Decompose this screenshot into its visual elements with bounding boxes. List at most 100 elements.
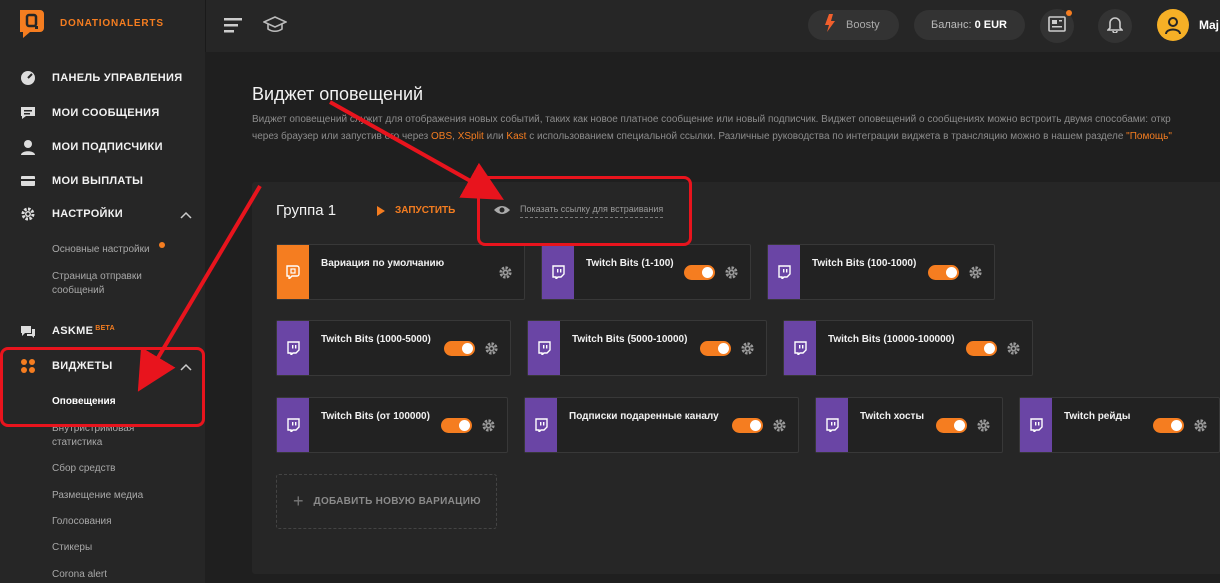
boosty-icon xyxy=(822,13,838,38)
page-title: Виджет оповещений xyxy=(252,84,424,104)
gear-icon[interactable] xyxy=(498,265,513,280)
graduation-cap-icon[interactable] xyxy=(262,15,288,40)
news-button[interactable] xyxy=(1040,9,1074,43)
boosty-label: Boosty xyxy=(846,19,880,31)
sidebar-item-subscribers[interactable]: МОИ ПОДПИСЧИКИ xyxy=(18,136,198,158)
menu-icon[interactable] xyxy=(224,17,244,38)
twitch-icon xyxy=(1020,398,1052,452)
twitch-icon xyxy=(784,321,816,375)
gear-icon[interactable] xyxy=(976,418,991,433)
notifications-button[interactable] xyxy=(1098,9,1132,43)
variation-card[interactable]: Вариация по умолчанию xyxy=(276,244,525,300)
variation-card[interactable]: Twitch Bits (1-100) xyxy=(541,244,751,300)
chevron-up-icon[interactable] xyxy=(180,207,192,225)
help-link[interactable]: "Помощь" xyxy=(1126,131,1172,142)
variation-card[interactable]: Twitch рейды xyxy=(1019,397,1220,453)
gear-icon[interactable] xyxy=(740,341,755,356)
sidebar-item-label: МОИ СООБЩЕНИЯ xyxy=(52,107,160,119)
sidebar-item-settings[interactable]: НАСТРОЙКИ xyxy=(18,203,198,225)
variation-toggle[interactable] xyxy=(966,341,997,356)
obs-link[interactable]: OBS xyxy=(431,131,452,142)
sidebar: DONATIONALERTS ПАНЕЛЬ УПРАВЛЕНИЯ МОИ СОО… xyxy=(0,0,205,583)
group-title: Группа 1 xyxy=(276,202,337,219)
sidebar-sub-polls[interactable]: Голосования xyxy=(52,515,182,529)
variation-name: Twitch рейды xyxy=(1064,411,1131,422)
twitch-icon xyxy=(277,321,309,375)
variation-card[interactable]: Twitch Bits (1000-5000) xyxy=(276,320,511,376)
variation-toggle[interactable] xyxy=(1153,418,1184,433)
launch-button[interactable]: ЗАПУСТИТЬ xyxy=(377,205,455,216)
balance-button[interactable]: Баланс: 0 EUR xyxy=(914,10,1025,40)
sidebar-item-dashboard[interactable]: ПАНЕЛЬ УПРАВЛЕНИЯ xyxy=(18,67,198,89)
plus-icon: + xyxy=(293,491,304,511)
variation-card[interactable]: Twitch Bits (5000-10000) xyxy=(527,320,767,376)
variation-toggle[interactable] xyxy=(444,341,475,356)
play-icon xyxy=(377,205,385,216)
sidebar-item-messages[interactable]: МОИ СООБЩЕНИЯ xyxy=(18,102,198,124)
variation-name: Twitch Bits (от 100000) xyxy=(321,411,430,422)
sidebar-sub-stickers[interactable]: Стикеры xyxy=(52,541,182,555)
notification-dot xyxy=(1066,10,1072,16)
notification-dot xyxy=(159,242,165,248)
kast-link[interactable]: Kast xyxy=(506,131,526,142)
donationalerts-icon xyxy=(277,245,309,299)
annotation-highlight-embed xyxy=(477,176,692,246)
variation-toggle[interactable] xyxy=(732,418,763,433)
chat-icon xyxy=(18,321,38,341)
twitch-icon xyxy=(528,321,560,375)
avatar[interactable] xyxy=(1157,9,1189,41)
variation-card[interactable]: Twitch Bits (10000-100000) xyxy=(783,320,1033,376)
boosty-button[interactable]: Boosty xyxy=(808,10,899,40)
variation-card[interactable]: Twitch Bits (от 100000) xyxy=(276,397,508,453)
gear-icon[interactable] xyxy=(968,265,983,280)
messages-icon xyxy=(18,103,38,123)
twitch-icon xyxy=(768,245,800,299)
variation-toggle[interactable] xyxy=(684,265,715,280)
sidebar-item-label: ПАНЕЛЬ УПРАВЛЕНИЯ xyxy=(52,72,183,84)
xsplit-link[interactable]: XSplit xyxy=(458,131,484,142)
variation-name: Twitch Bits (1-100) xyxy=(586,258,674,269)
user-icon xyxy=(18,137,38,157)
gear-icon[interactable] xyxy=(481,418,496,433)
sidebar-item-label: ASKME BETA xyxy=(52,325,115,337)
sidebar-item-payouts[interactable]: МОИ ВЫПЛАТЫ xyxy=(18,170,198,192)
variation-name: Twitch Bits (100-1000) xyxy=(812,258,917,269)
balance: Баланс: 0 EUR xyxy=(931,19,1007,31)
page-description: Виджет оповещений служит для отображения… xyxy=(252,114,1172,142)
variation-name: Вариация по умолчанию xyxy=(321,258,445,269)
gear-icon[interactable] xyxy=(772,418,787,433)
variation-toggle[interactable] xyxy=(936,418,967,433)
sidebar-sub-send-page[interactable]: Страница отправки сообщений xyxy=(52,270,182,298)
annotation-highlight-alerts xyxy=(0,347,205,427)
gear-icon[interactable] xyxy=(724,265,739,280)
add-variation-button[interactable]: + ДОБАВИТЬ НОВУЮ ВАРИАЦИЮ xyxy=(276,474,497,529)
variation-card[interactable]: Twitch Bits (100-1000) xyxy=(767,244,995,300)
app: DONATIONALERTS ПАНЕЛЬ УПРАВЛЕНИЯ МОИ СОО… xyxy=(0,0,1220,583)
sidebar-item-askme[interactable]: ASKME BETA xyxy=(18,320,198,342)
gear-icon[interactable] xyxy=(1006,341,1021,356)
variation-toggle[interactable] xyxy=(441,418,472,433)
variation-card[interactable]: Twitch хосты xyxy=(815,397,1003,453)
wallet-icon xyxy=(18,171,38,191)
sidebar-sub-fundraising[interactable]: Сбор средств xyxy=(52,462,182,476)
variation-toggle[interactable] xyxy=(700,341,731,356)
twitch-icon xyxy=(277,398,309,452)
brand-name[interactable]: DONATIONALERTS xyxy=(60,18,164,29)
variation-toggle[interactable] xyxy=(928,265,959,280)
header: Boosty Баланс: 0 EUR xyxy=(205,0,1220,52)
newspaper-icon xyxy=(1048,15,1066,37)
gear-icon[interactable] xyxy=(484,341,499,356)
gear-icon[interactable] xyxy=(1193,418,1208,433)
twitch-icon xyxy=(525,398,557,452)
variation-card[interactable]: Подписки подаренные каналу xyxy=(524,397,799,453)
gear-icon xyxy=(18,204,38,224)
bell-icon xyxy=(1106,15,1124,38)
sidebar-sub-media[interactable]: Размещение медиа xyxy=(52,489,182,503)
sidebar-item-label: МОИ ПОДПИСЧИКИ xyxy=(52,141,163,153)
variation-name: Twitch Bits (5000-10000) xyxy=(572,334,688,345)
variation-name: Twitch Bits (1000-5000) xyxy=(321,334,431,345)
username[interactable]: Maj xyxy=(1199,18,1219,32)
logo-icon[interactable] xyxy=(18,8,46,40)
sidebar-sub-corona[interactable]: Corona alert xyxy=(52,568,182,582)
dashboard-icon xyxy=(18,68,38,88)
